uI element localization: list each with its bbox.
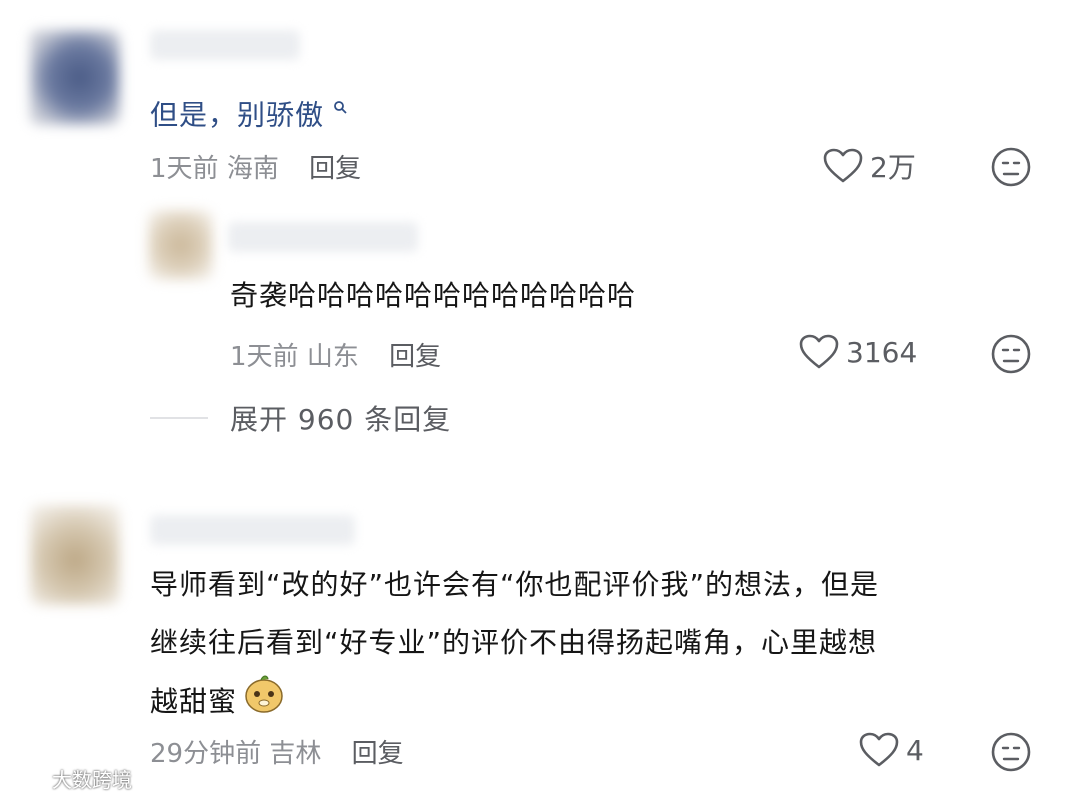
like-count: 3164 [846,335,918,369]
like-button[interactable]: 4 [858,731,924,769]
timestamp: 1天前 [150,154,219,184]
location: 山东 [306,342,359,372]
comment-body: 但是，别骄傲 [150,98,325,132]
like-button[interactable]: 2万 [822,146,916,186]
comment-text: 导师看到“改的好”也许会有“你也配评价我”的想法，但是 继续往后看到“好专业”的… [150,556,1050,734]
heart-icon [858,731,900,769]
dislike-face-icon[interactable] [990,333,1032,375]
comment-meta: 1天前 海南 回复 [150,148,361,185]
dislike-face-icon[interactable] [990,146,1032,188]
comment-text: 奇袭哈哈哈哈哈哈哈哈哈哈哈哈 [230,267,636,325]
username-blurred[interactable] [150,515,355,545]
username-blurred[interactable] [228,222,418,252]
avatar[interactable] [30,30,120,125]
like-count: 4 [906,733,924,767]
watermark-logo-icon [8,764,48,793]
heart-icon [798,333,840,371]
sticker-emoji-icon [243,672,285,734]
like-button[interactable]: 3164 [798,333,917,371]
comment-body: 奇袭哈哈哈哈哈哈哈哈哈哈哈哈 [230,279,637,312]
like-count: 2万 [870,151,916,184]
reply-button[interactable]: 回复 [309,154,361,184]
comment-line: 继续往后看到“好专业”的评价不由得扬起嘴角，心里越想 [150,626,878,659]
dislike-face-icon[interactable] [990,731,1032,773]
reply-button[interactable]: 回复 [389,342,441,372]
expand-replies-button[interactable]: 展开 960 条回复 [230,398,451,438]
comment-line: 越甜蜜 [150,672,1050,734]
avatar[interactable] [30,505,120,605]
comment-line-text: 越甜蜜 [150,685,238,718]
divider [150,417,208,419]
search-icon[interactable] [326,98,347,119]
avatar[interactable] [148,210,213,280]
timestamp: 1天前 [230,342,299,372]
watermark: 大数跨境 [8,764,132,793]
comment-line: 导师看到“改的好”也许会有“你也配评价我”的想法，但是 [150,568,880,601]
location: 海南 [226,154,279,184]
comment-meta: 1天前 山东 回复 [230,336,441,373]
timestamp: 29分钟前 [150,739,262,769]
location: 吉林 [269,739,322,769]
username-blurred[interactable] [150,30,300,60]
comment-meta: 29分钟前 吉林 回复 [150,733,404,770]
comment-text: 但是，别骄傲 [150,80,347,144]
reply-button[interactable]: 回复 [352,739,404,769]
watermark-text: 大数跨境 [52,768,132,792]
heart-icon [822,147,864,185]
